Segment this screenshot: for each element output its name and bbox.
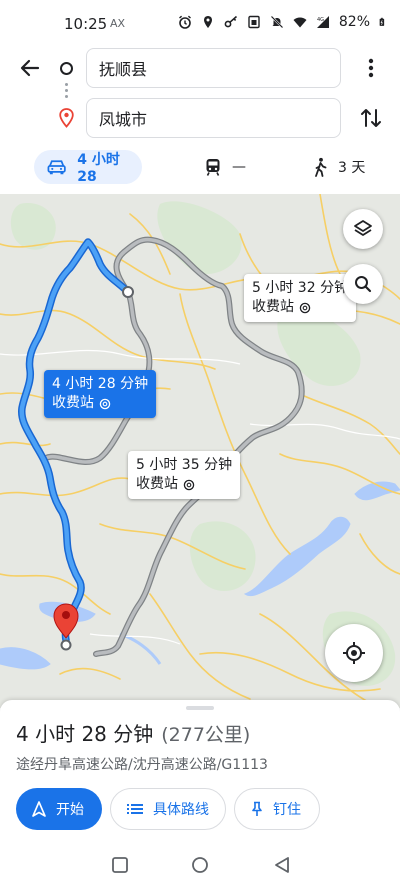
layers-button[interactable]: [343, 209, 383, 249]
route-distance: (277公里): [161, 724, 251, 746]
map-view[interactable]: 5 小时 32 分钟 收费站 4 小时 28 分钟 收费站 5 小时 35 分钟…: [0, 194, 400, 708]
tab-transit[interactable]: —: [204, 150, 246, 184]
drive-duration: 4 小时 28: [77, 152, 120, 185]
list-icon: [127, 804, 143, 814]
tab-walk[interactable]: 3 天: [312, 150, 365, 184]
route-callout-alt-a[interactable]: 5 小时 32 分钟 收费站: [244, 274, 357, 322]
start-navigation-button[interactable]: 开始: [16, 788, 102, 830]
svg-text:4G: 4G: [317, 17, 324, 23]
walk-icon: [315, 157, 327, 177]
destination-pin-icon: [59, 108, 74, 128]
route-callout-alt-a-note: 收费站: [252, 299, 294, 315]
toll-icon: [183, 479, 195, 490]
search-icon: [355, 276, 372, 293]
start-label: 开始: [56, 802, 84, 818]
status-bar: 10:25 AX 4G 82%: [0, 0, 400, 46]
tab-drive[interactable]: 4 小时 28: [34, 150, 142, 185]
signal-icon: 4G: [316, 16, 329, 28]
walk-duration: 3 天: [338, 160, 366, 176]
route-callout-selected-duration: 4 小时 28 分钟: [52, 376, 149, 392]
location-icon: [203, 16, 212, 28]
navigation-arrow-icon: [32, 801, 46, 817]
route-callout-selected-note: 收费站: [52, 395, 94, 411]
home-icon[interactable]: [191, 856, 209, 874]
route-summary: 4 小时 28 分钟 (277公里): [16, 718, 250, 747]
pin-button[interactable]: 钉住: [234, 788, 320, 830]
route-callout-alt-b-duration: 5 小时 35 分钟: [136, 457, 233, 473]
sheet-drag-handle[interactable]: [186, 706, 214, 710]
origin-marker-icon: [60, 62, 73, 75]
route-callout-alt-b-note: 收费站: [136, 476, 178, 492]
steps-button[interactable]: 具体路线: [110, 788, 226, 830]
route-callout-selected[interactable]: 4 小时 28 分钟 收费站: [44, 370, 157, 418]
swap-icon[interactable]: [358, 104, 384, 132]
train-icon: [206, 159, 220, 176]
travel-mode-tabs: 4 小时 28 — 3 天: [0, 146, 400, 194]
wifi-icon: [293, 17, 307, 28]
directions-header: 抚顺县 凤城市: [0, 46, 400, 146]
route-connector-dots: [65, 83, 68, 101]
origin-field[interactable]: 抚顺县: [86, 48, 341, 88]
battery-icon: [379, 17, 385, 26]
route-summary-sheet[interactable]: 4 小时 28 分钟 (277公里) 途经丹阜高速公路/沈丹高速公路/G1113…: [0, 700, 400, 844]
search-along-route-button[interactable]: [343, 264, 383, 304]
key-icon: [224, 15, 237, 28]
status-time: 10:25: [64, 15, 108, 33]
route-duration: 4 小时 28 分钟: [16, 722, 154, 746]
status-icons: 4G 82%: [178, 14, 388, 30]
route-via: 途经丹阜高速公路/沈丹高速公路/G1113: [16, 757, 268, 773]
status-ax-label: AX: [110, 17, 126, 30]
my-location-icon: [343, 642, 365, 664]
toll-icon: [99, 398, 111, 409]
recents-icon[interactable]: [111, 856, 129, 874]
pin-label: 钉住: [273, 802, 301, 818]
sim-icon: [248, 15, 260, 29]
route-callout-alt-a-duration: 5 小时 32 分钟: [252, 280, 349, 296]
start-marker: [122, 286, 134, 298]
notifications-off-icon: [270, 15, 284, 29]
route-callout-alt-b[interactable]: 5 小时 35 分钟 收费站: [128, 451, 241, 499]
layers-icon: [354, 220, 372, 236]
back-icon[interactable]: [273, 856, 291, 874]
back-arrow-icon[interactable]: [16, 54, 44, 82]
my-location-button[interactable]: [325, 624, 383, 682]
destination-field[interactable]: 凤城市: [86, 98, 341, 138]
battery-percent: 82%: [338, 14, 370, 30]
pin-icon: [252, 801, 262, 816]
car-icon: [47, 160, 66, 175]
more-options-icon[interactable]: [360, 56, 382, 80]
toll-icon: [299, 302, 311, 313]
alarm-icon: [178, 15, 191, 29]
system-nav-bar: [0, 844, 400, 889]
transit-duration: —: [232, 159, 246, 175]
steps-label: 具体路线: [153, 802, 209, 818]
